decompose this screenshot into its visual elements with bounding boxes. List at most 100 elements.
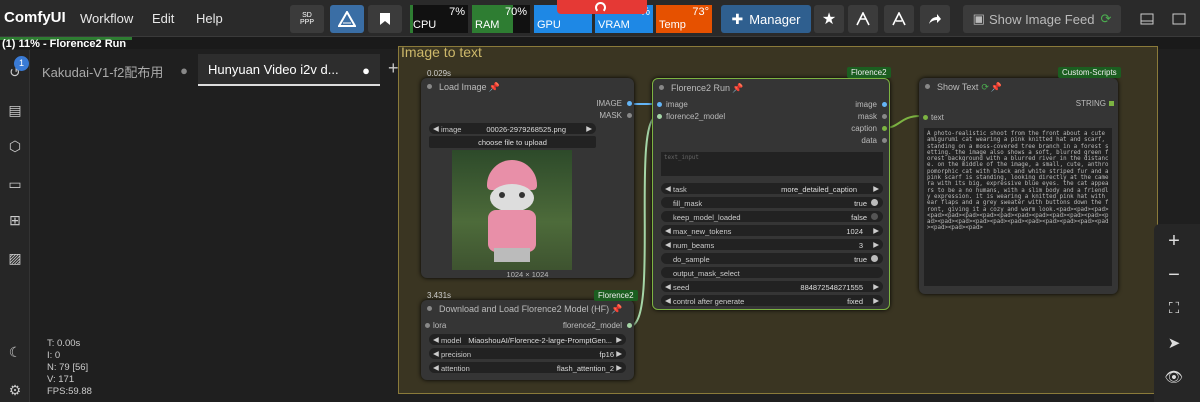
arrow-left-icon[interactable]: ◀ [433, 363, 439, 372]
share-icon[interactable] [920, 5, 950, 33]
do-sample-toggle[interactable]: do_sample true [661, 253, 883, 264]
arrow-right-icon[interactable]: ▶ [873, 184, 879, 193]
temp-meter: Temp 73° [656, 5, 712, 33]
model-select[interactable]: ◀ model MiaoshouAI/Florence-2-large-Prompt… [429, 334, 626, 345]
arrow-left-icon[interactable]: ◀ [433, 124, 439, 133]
load-image-node[interactable]: Load Image 📌 IMAGE MASK ◀ image 00026-29792… [421, 78, 634, 279]
arrow-left-icon[interactable]: ◀ [433, 349, 439, 358]
toggle-knob[interactable] [871, 199, 878, 206]
settings-gear-icon[interactable]: ⚙ [6, 382, 24, 400]
node-title: Show Text ⟳ 📌 [919, 78, 1118, 96]
node-map-icon[interactable] [848, 5, 878, 33]
arrow-left-icon[interactable]: ◀ [665, 296, 671, 305]
output-mask-label: MASK [599, 111, 622, 120]
output-image-slot[interactable] [882, 102, 887, 107]
app-logo[interactable]: ComfyUI [4, 9, 66, 26]
output-string-slot[interactable] [1109, 101, 1114, 106]
window-icon[interactable] [1166, 5, 1192, 33]
fill-mask-toggle[interactable]: fill_mask true [661, 197, 883, 208]
arrow-left-icon[interactable]: ◀ [433, 335, 439, 344]
input-lora-slot[interactable] [425, 323, 430, 328]
output-data-slot[interactable] [882, 138, 887, 143]
toggle-knob[interactable] [871, 213, 878, 220]
keep-model-loaded-toggle[interactable]: keep_model_loaded false [661, 211, 883, 222]
max-new-tokens-input[interactable]: ◀ max_new_tokens 1024 ▶ [661, 225, 883, 236]
new-tab-button[interactable]: + [388, 58, 399, 79]
arrow-right-icon[interactable]: ▶ [616, 363, 622, 372]
link-icon: ⟳ [1100, 11, 1112, 26]
menu-help[interactable]: Help [196, 11, 223, 26]
graph-icon[interactable] [884, 5, 914, 33]
arrow-right-icon[interactable]: ▶ [616, 349, 622, 358]
tab-hunyuan[interactable]: Hunyuan Video i2v d... ● [198, 54, 380, 86]
image-dimensions: 1024 × 1024 [506, 270, 549, 279]
arrow-right-icon[interactable]: ▶ [873, 226, 879, 235]
arrow-left-icon[interactable]: ◀ [665, 282, 671, 291]
manager-button[interactable]: ✚ Manager [721, 5, 811, 33]
image-select[interactable]: ◀ image 00026-2979268525.png ▶ [429, 123, 596, 134]
output-image-slot[interactable] [627, 101, 632, 106]
menu-edit[interactable]: Edit [152, 11, 174, 26]
link-icon: ⟳ [981, 82, 989, 92]
arrow-left-icon[interactable]: ◀ [665, 226, 671, 235]
input-text-slot[interactable] [923, 115, 928, 120]
workflow-tabs: Kakudai-V1-f2配布用 ● Hunyuan Video i2v d...… [32, 54, 399, 86]
output-mask-slot[interactable] [882, 114, 887, 119]
control-after-generate-select[interactable]: ◀ control after generate fixed ▶ [661, 295, 883, 306]
crystools-icon[interactable] [330, 5, 364, 33]
gallery-icon[interactable]: ▨ [6, 250, 24, 268]
show-text-node[interactable]: Show Text ⟳ 📌 text STRING A photo-realisti… [919, 78, 1118, 294]
arrow-right-icon[interactable]: ▶ [873, 296, 879, 305]
toggle-knob[interactable] [871, 255, 878, 262]
output-image-label: image [855, 100, 877, 109]
model-library-icon[interactable]: ⬡ [6, 138, 24, 156]
caption-text-area[interactable]: A photo-realistic shoot from the front a… [924, 128, 1112, 286]
show-image-feed-button[interactable]: ▣ Show Image Feed ⟳ [963, 5, 1121, 33]
zoom-in-icon[interactable]: + [1162, 230, 1186, 254]
seed-input[interactable]: ◀ seed 884872548271555 ▶ [661, 281, 883, 292]
zoom-out-icon[interactable]: − [1162, 264, 1186, 288]
recording-indicator[interactable] [557, 0, 647, 14]
fit-view-icon[interactable]: ⛶ [1162, 300, 1186, 324]
bookmark-icon[interactable] [368, 5, 402, 33]
download-model-node[interactable]: Download and Load Florence2 Model (HF) 📌 … [421, 300, 634, 380]
node-title: Download and Load Florence2 Model (HF) 📌 [421, 300, 634, 318]
menu-workflow[interactable]: Workflow [80, 11, 133, 26]
zoom-controls: + − ⛶ ➤ 👁 [1154, 224, 1200, 402]
tab-dot-icon[interactable]: ● [362, 63, 370, 78]
num-beams-input[interactable]: ◀ num_beams 3 ▶ [661, 239, 883, 250]
arrow-left-icon[interactable]: ◀ [665, 184, 671, 193]
pin-icon: 📌 [611, 304, 623, 314]
input-text-label: text [931, 113, 944, 122]
arrow-right-icon[interactable]: ▶ [616, 335, 622, 344]
hierarchy-icon[interactable]: ⊞ [6, 212, 24, 230]
arrow-right-icon[interactable]: ▶ [873, 240, 879, 249]
output-caption-slot[interactable] [882, 126, 887, 131]
tab-kakudai[interactable]: Kakudai-V1-f2配布用 ● [32, 54, 196, 86]
sd-ppp-button[interactable]: SD PPP [290, 5, 324, 33]
upload-button[interactable]: choose file to upload [429, 136, 596, 148]
arrow-right-icon[interactable]: ▶ [873, 282, 879, 291]
output-model-slot[interactable] [627, 323, 632, 328]
input-image-slot[interactable] [657, 102, 662, 107]
theme-toggle-icon[interactable]: ☾ [6, 344, 24, 362]
text-input-area[interactable]: text_input [661, 152, 883, 176]
group-image-to-text[interactable]: Image to text [398, 44, 1158, 394]
output-mask-slot[interactable] [627, 113, 632, 118]
panel-toggle-icon[interactable] [1134, 5, 1160, 33]
arrow-right-icon[interactable]: ▶ [586, 124, 592, 133]
workflows-folder-icon[interactable]: ▭ [6, 176, 24, 194]
node-library-icon[interactable]: ▤ [6, 102, 24, 120]
precision-select[interactable]: ◀ precision fp16 ▶ [429, 348, 626, 359]
florence2-run-node[interactable]: Florence2 Run 📌 image florence2_model ima… [652, 78, 890, 310]
task-select[interactable]: ◀ task more_detailed_caption ▶ [661, 183, 883, 194]
select-pointer-icon[interactable]: ➤ [1162, 334, 1186, 358]
arrow-left-icon[interactable]: ◀ [665, 240, 671, 249]
input-model-slot[interactable] [657, 114, 662, 119]
visibility-eye-icon[interactable]: 👁 [1162, 368, 1186, 392]
input-image-label: image [666, 100, 688, 109]
tab-dot-icon[interactable]: ● [180, 63, 188, 78]
output-mask-select-input[interactable]: output_mask_select [661, 267, 883, 278]
star-icon[interactable]: ★ [814, 5, 844, 33]
attention-select[interactable]: ◀ attention flash_attention_2 ▶ [429, 362, 626, 373]
